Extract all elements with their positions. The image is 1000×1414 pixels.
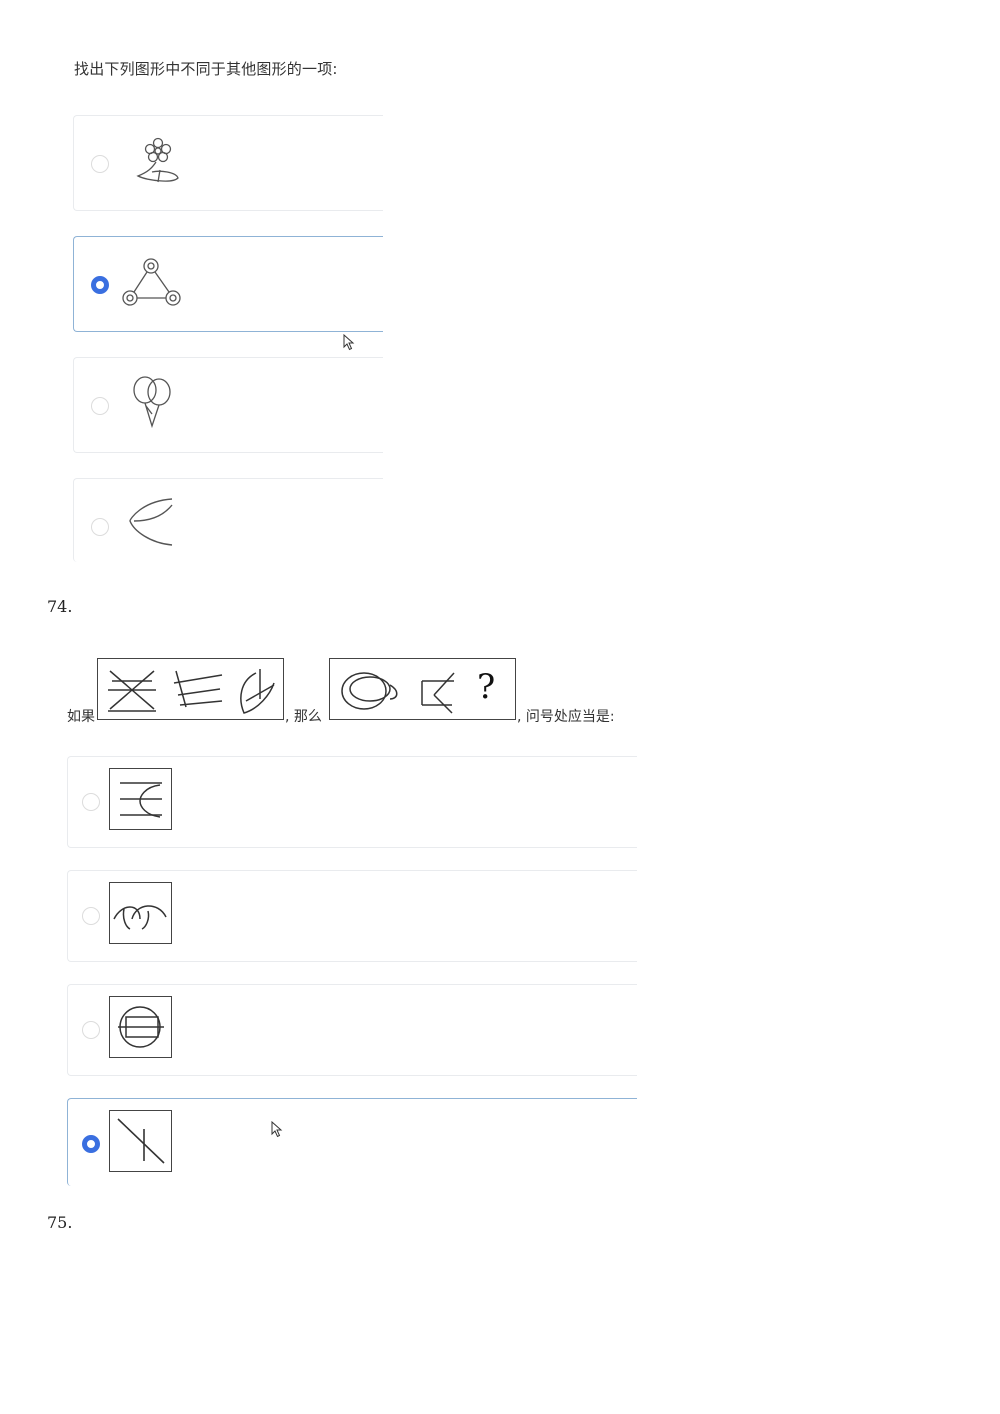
three-arcs-icon bbox=[113, 905, 167, 930]
q74-given-sequence-figure bbox=[97, 658, 284, 720]
q74-option-d-radio[interactable] bbox=[82, 1135, 100, 1153]
question-74-number: 74. bbox=[47, 597, 73, 616]
circle-with-rectangle-icon bbox=[118, 1006, 164, 1048]
q74-target-sequence-figure: ? bbox=[329, 658, 516, 720]
q74-option-b[interactable] bbox=[67, 870, 637, 962]
q73-option-a[interactable] bbox=[73, 115, 383, 211]
crescent-arcs-icon bbox=[129, 498, 173, 546]
q74-option-c-figure bbox=[109, 996, 172, 1058]
q73-option-a-radio[interactable] bbox=[91, 155, 109, 173]
diagonal-line-icon bbox=[117, 1118, 165, 1164]
question-73-title: 找出下列图形中不同于其他图形的一项: bbox=[74, 60, 338, 78]
q74-prompt-suffix: , 问号处应当是: bbox=[517, 709, 615, 725]
q73-option-b[interactable] bbox=[73, 236, 383, 332]
q73-option-b-radio[interactable] bbox=[91, 276, 109, 294]
q74-prompt-prefix: 如果 bbox=[67, 709, 95, 725]
q73-option-c[interactable] bbox=[73, 357, 383, 453]
q74-option-b-figure bbox=[109, 882, 172, 944]
given-sequence-symbols-icon bbox=[108, 669, 275, 714]
q74-option-b-radio[interactable] bbox=[82, 907, 100, 925]
q74-option-a[interactable] bbox=[67, 756, 637, 848]
balloons-icon bbox=[133, 376, 171, 429]
question-mark-symbol: ? bbox=[477, 667, 496, 707]
q74-option-d[interactable] bbox=[67, 1098, 637, 1186]
q73-option-d[interactable] bbox=[73, 478, 383, 562]
q74-prompt-middle: , 那么 bbox=[285, 709, 322, 725]
q74-option-c-radio[interactable] bbox=[82, 1021, 100, 1039]
lines-with-arc-icon bbox=[120, 782, 162, 818]
q74-option-d-figure bbox=[109, 1110, 172, 1172]
q73-option-d-radio[interactable] bbox=[91, 518, 109, 536]
mouse-cursor-icon bbox=[271, 1121, 283, 1138]
q73-option-c-radio[interactable] bbox=[91, 397, 109, 415]
q74-option-a-radio[interactable] bbox=[82, 793, 100, 811]
q74-option-a-figure bbox=[109, 768, 172, 830]
flower-on-leaf-icon bbox=[136, 137, 179, 183]
three-rings-triangle-icon bbox=[122, 258, 181, 306]
q74-option-c[interactable] bbox=[67, 984, 637, 1076]
mouse-cursor-icon bbox=[343, 334, 355, 351]
question-75-number: 75. bbox=[47, 1213, 73, 1232]
